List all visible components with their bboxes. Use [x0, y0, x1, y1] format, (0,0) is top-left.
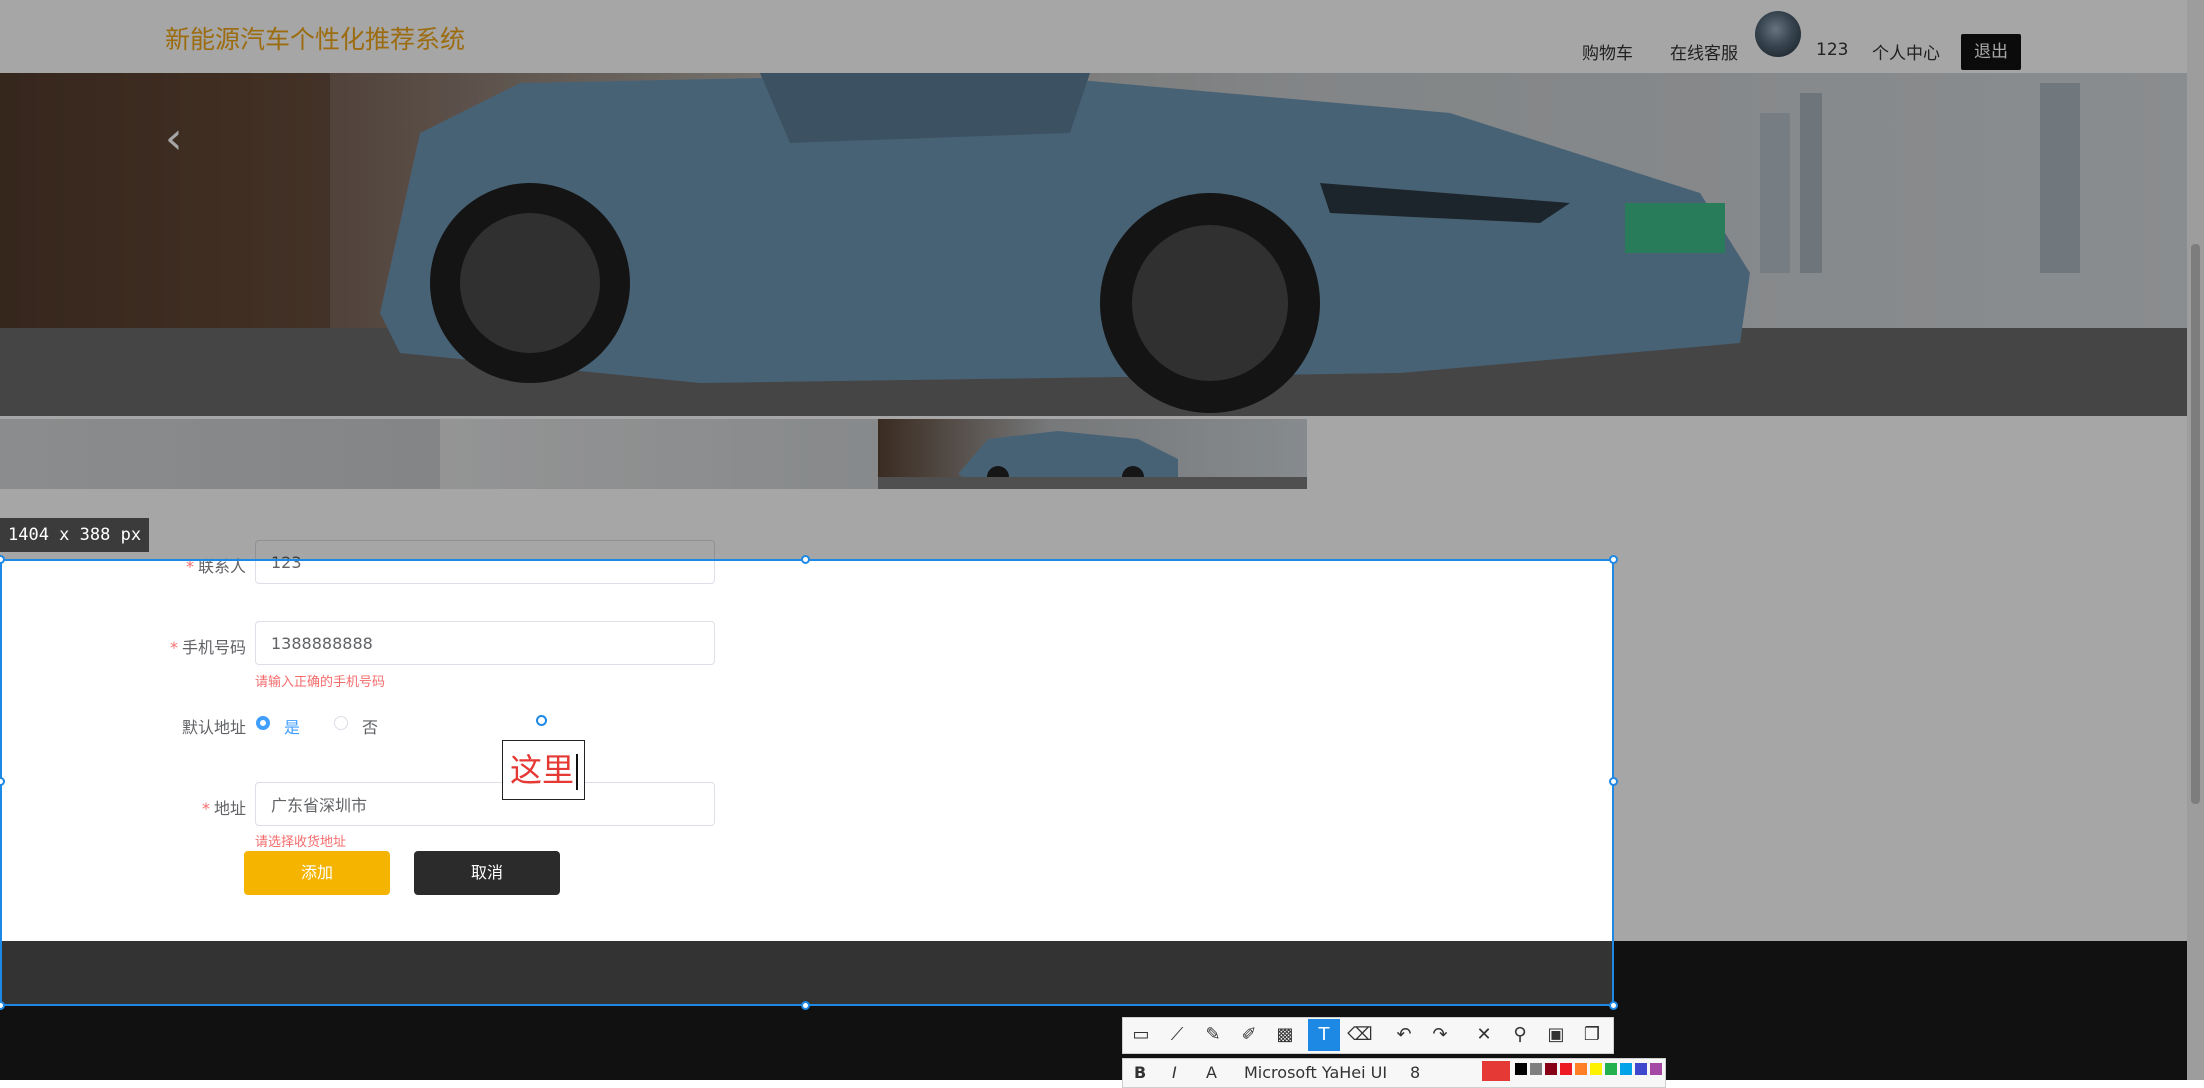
font-color-icon[interactable]: A — [1206, 1063, 1217, 1082]
color-swatch[interactable] — [1650, 1063, 1662, 1075]
capture-dim-top — [0, 0, 2204, 559]
resize-handle[interactable] — [1609, 555, 1618, 564]
eraser-icon[interactable]: ⌫ — [1344, 1019, 1376, 1051]
annotation-text-box[interactable]: 这里 — [502, 740, 585, 800]
bold-icon[interactable]: B — [1134, 1063, 1146, 1082]
font-name-select[interactable]: Microsoft YaHei UI — [1244, 1063, 1394, 1082]
capture-dim-bottom — [0, 1006, 2204, 1080]
selection-size-tip: 1404 x 388 px — [0, 518, 150, 552]
rectangle-icon[interactable]: ▭ — [1125, 1019, 1157, 1051]
undo-icon[interactable]: ↶ — [1388, 1019, 1420, 1051]
resize-handle[interactable] — [1609, 1001, 1618, 1010]
current-color-swatch[interactable] — [1482, 1061, 1510, 1081]
color-swatch[interactable] — [1545, 1063, 1557, 1075]
text-caret — [576, 754, 579, 790]
italic-icon[interactable]: I — [1172, 1063, 1177, 1082]
font-size-select[interactable]: 8 — [1410, 1063, 1420, 1082]
polyline-icon[interactable]: ⟋ — [1161, 1019, 1193, 1051]
color-swatch[interactable] — [1620, 1063, 1632, 1075]
color-swatch[interactable] — [1515, 1063, 1527, 1075]
save-icon[interactable]: ▣ — [1540, 1019, 1572, 1051]
capture-dim-right — [1614, 559, 2204, 1006]
capture-selection[interactable] — [0, 559, 1614, 1006]
color-swatch[interactable] — [1590, 1063, 1602, 1075]
close-icon[interactable]: ✕ — [1468, 1019, 1500, 1051]
color-swatch[interactable] — [1575, 1063, 1587, 1075]
pin-icon[interactable]: ⚲ — [1504, 1019, 1536, 1051]
copy-icon[interactable]: ❐ — [1576, 1019, 1608, 1051]
color-swatch[interactable] — [1635, 1063, 1647, 1075]
marker-icon[interactable]: ✐ — [1233, 1019, 1265, 1051]
color-swatch[interactable] — [1560, 1063, 1572, 1075]
resize-handle[interactable] — [801, 1001, 810, 1010]
color-swatch[interactable] — [1605, 1063, 1617, 1075]
color-swatch[interactable] — [1530, 1063, 1542, 1075]
redo-icon[interactable]: ↷ — [1424, 1019, 1456, 1051]
mosaic-icon[interactable]: ▩ — [1269, 1019, 1301, 1051]
pen-icon[interactable]: ✎ — [1197, 1019, 1229, 1051]
resize-handle[interactable] — [801, 555, 810, 564]
text-icon[interactable]: T — [1308, 1019, 1340, 1051]
resize-handle[interactable] — [1609, 777, 1618, 786]
